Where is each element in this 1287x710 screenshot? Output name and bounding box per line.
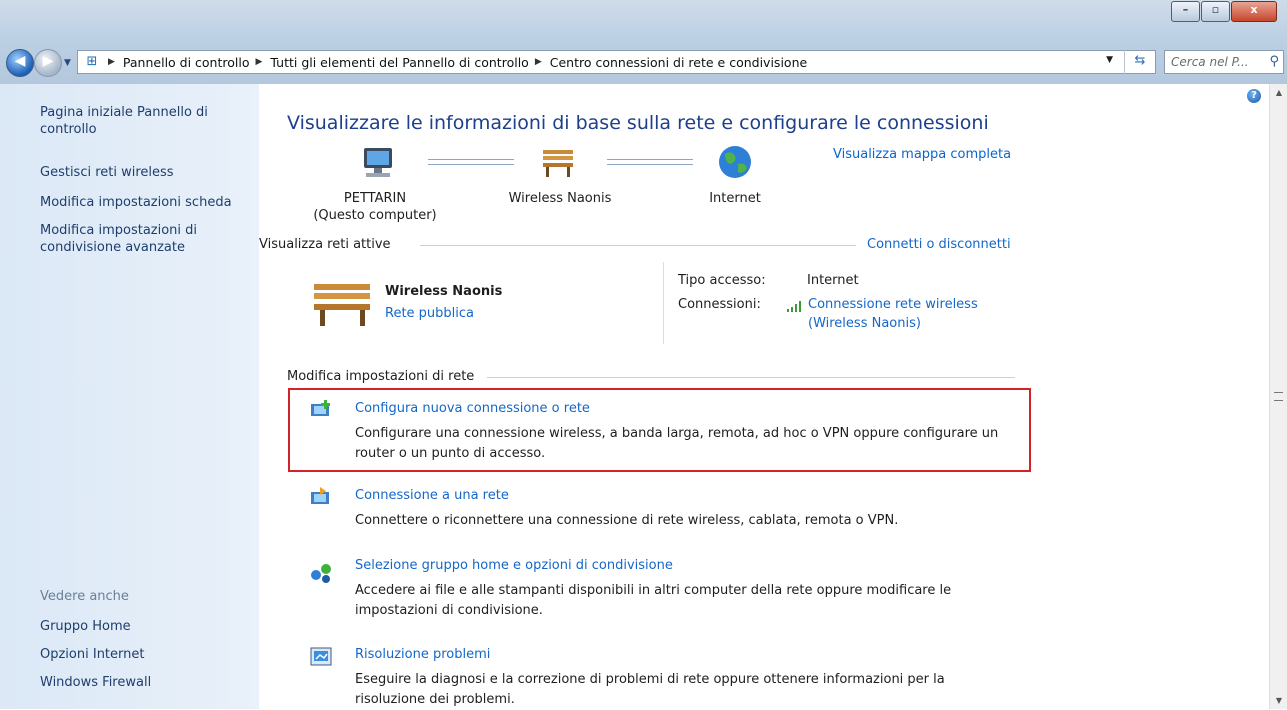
wireless-connection-link[interactable]: Connessione rete wireless (808, 297, 978, 312)
close-button[interactable]: x (1231, 1, 1277, 22)
help-icon[interactable]: ? (1247, 89, 1261, 103)
sidebar-item-adapter-settings[interactable]: Modifica impostazioni scheda (40, 194, 250, 211)
computer-subtitle: (Questo computer) (313, 208, 437, 223)
bench-icon (314, 284, 370, 326)
page-title: Visualizzare le informazioni di base sul… (287, 112, 989, 134)
node-internet-label: Internet (709, 191, 761, 206)
task-new-connection-link[interactable]: Configura nuova connessione o rete (355, 401, 590, 416)
section-divider (420, 245, 856, 246)
title-bar: – ▫ x ◀ ▶ ▼ ⊞ ▶ Pannello di controllo ▶ … (0, 0, 1287, 84)
maximize-button[interactable]: ▫ (1201, 1, 1230, 22)
troubleshoot-icon (310, 647, 332, 666)
network-type-link[interactable]: Rete pubblica (385, 306, 474, 321)
navigation-bar: ◀ ▶ ▼ ⊞ ▶ Pannello di controllo ▶ Tutti … (0, 44, 1287, 77)
address-bar[interactable]: ⊞ ▶ Pannello di controllo ▶ Tutti gli el… (77, 50, 1156, 74)
section-divider (487, 377, 1015, 378)
new-connection-icon (311, 400, 330, 416)
task-homegroup-link[interactable]: Selezione gruppo home e opzioni di condi… (355, 558, 673, 573)
see-also-label: Vedere anche (40, 589, 129, 604)
search-placeholder: Cerca nel P... (1171, 55, 1249, 69)
forward-arrow-icon: ▶ (42, 53, 54, 69)
task-troubleshoot-link[interactable]: Risoluzione problemi (355, 647, 490, 662)
address-dropdown-icon[interactable]: ▼ (1106, 55, 1113, 65)
breadcrumb-separator-icon: ▶ (255, 57, 263, 67)
homegroup-icon (311, 564, 331, 583)
minimize-button[interactable]: – (1171, 1, 1200, 22)
task-connect-link[interactable]: Connessione a una rete (355, 488, 509, 503)
connections-label: Connessioni: (678, 297, 761, 312)
access-type-label: Tipo accesso: (678, 273, 766, 288)
breadcrumb-item-all-items[interactable]: Tutti gli elementi del Pannello di contr… (270, 55, 528, 70)
see-also-homegroup[interactable]: Gruppo Home (40, 618, 250, 635)
back-arrow-icon: ◀ (14, 53, 26, 69)
connection-line (607, 159, 693, 165)
network-info-divider (663, 262, 664, 344)
change-settings-label: Modifica impostazioni di rete (287, 369, 475, 384)
task-connect-desc: Connettere o riconnettere una connession… (355, 513, 899, 528)
breadcrumb-item-control-panel[interactable]: Pannello di controllo (123, 55, 250, 70)
task-homegroup-desc: Accedere ai file e alle stampanti dispon… (355, 583, 952, 618)
network-name: Wireless Naonis (385, 284, 503, 299)
bench-icon (543, 150, 573, 177)
forward-button[interactable]: ▶ (34, 49, 62, 77)
breadcrumb-item-network-center[interactable]: Centro connessioni di rete e condivision… (550, 55, 807, 70)
maximize-icon: ▫ (1211, 3, 1220, 16)
see-also-internet-options[interactable]: Opzioni Internet (40, 646, 250, 663)
access-type-value: Internet (807, 273, 859, 288)
network-location-icon: ⊞ (86, 54, 98, 69)
refresh-button[interactable]: ⇆ (1124, 50, 1155, 74)
see-also-windows-firewall[interactable]: Windows Firewall (40, 674, 250, 691)
connection-line (428, 159, 514, 165)
breadcrumb-separator-icon: ▶ (108, 57, 115, 67)
computer-icon (364, 148, 392, 177)
search-icon[interactable]: ⚲ (1269, 51, 1279, 73)
wireless-connection-name-link[interactable]: (Wireless Naonis) (808, 316, 921, 331)
sidebar-item-manage-wireless[interactable]: Gestisci reti wireless (40, 164, 250, 181)
signal-strength-icon (787, 301, 801, 312)
connect-network-icon (311, 487, 329, 504)
search-input[interactable]: Cerca nel P... ⚲ (1164, 50, 1284, 74)
sidebar-item-advanced-sharing[interactable]: Modifica impostazioni di condivisione av… (40, 222, 250, 256)
computer-name: PETTARIN (343, 191, 407, 206)
minimize-icon: – (1182, 3, 1189, 16)
recent-pages-dropdown[interactable]: ▼ (64, 58, 71, 68)
breadcrumb-separator-icon: ▶ (534, 57, 542, 67)
scroll-up-icon[interactable]: ▲ (1270, 88, 1287, 97)
active-networks-label: Visualizza reti attive (259, 237, 391, 252)
task-troubleshoot-desc: Eseguire la diagnosi e la correzione di … (355, 672, 945, 707)
sidebar: Pagina iniziale Pannello di controllo Ge… (0, 84, 259, 709)
window-controls: – ▫ x (1170, 1, 1277, 22)
connect-disconnect-link[interactable]: Connetti o disconnetti (867, 237, 1011, 252)
node-computer-label: PETTARIN (Questo computer) (300, 190, 450, 224)
view-full-map-link[interactable]: Visualizza mappa completa (833, 147, 1011, 162)
scroll-thumb[interactable] (1274, 392, 1283, 401)
scroll-down-icon[interactable]: ▼ (1270, 696, 1287, 705)
vertical-scrollbar[interactable]: ▲ ▼ (1269, 84, 1287, 709)
task-new-connection-desc: Configurare una connessione wireless, a … (355, 426, 999, 461)
globe-icon (719, 146, 751, 178)
sidebar-item-home[interactable]: Pagina iniziale Pannello di controllo (40, 104, 250, 138)
node-network-label: Wireless Naonis (508, 191, 612, 206)
breadcrumb: ▶ Pannello di controllo ▶ Tutti gli elem… (102, 55, 807, 70)
close-icon: x (1250, 3, 1258, 16)
back-button[interactable]: ◀ (6, 49, 34, 77)
